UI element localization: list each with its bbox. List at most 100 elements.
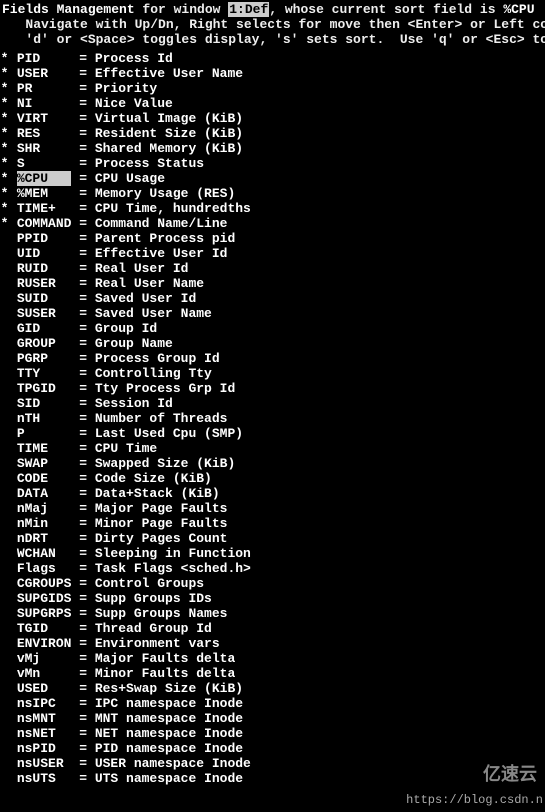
field-row[interactable]: UID = Effective User Id bbox=[0, 246, 545, 261]
nostar bbox=[0, 756, 9, 771]
field-desc: Sleeping in Function bbox=[95, 546, 251, 561]
field-row[interactable]: * S = Process Status bbox=[0, 156, 545, 171]
header-title: Fields Management bbox=[2, 2, 135, 17]
field-row[interactable]: * COMMAND = Command Name/Line bbox=[0, 216, 545, 231]
field-row[interactable]: * PID = Process Id bbox=[0, 51, 545, 66]
field-row[interactable]: TIME = CPU Time bbox=[0, 441, 545, 456]
field-row[interactable]: nsUTS = UTS namespace Inode bbox=[0, 771, 545, 786]
field-row[interactable]: CODE = Code Size (KiB) bbox=[0, 471, 545, 486]
field-desc: Command Name/Line bbox=[95, 216, 228, 231]
field-row[interactable]: ENVIRON = Environment vars bbox=[0, 636, 545, 651]
nostar bbox=[0, 651, 9, 666]
star-icon: * bbox=[0, 96, 9, 111]
field-row[interactable]: CGROUPS = Control Groups bbox=[0, 576, 545, 591]
field-row[interactable]: nDRT = Dirty Pages Count bbox=[0, 531, 545, 546]
field-row[interactable]: nTH = Number of Threads bbox=[0, 411, 545, 426]
field-row[interactable]: USED = Res+Swap Size (KiB) bbox=[0, 681, 545, 696]
field-row[interactable]: SUPGIDS = Supp Groups IDs bbox=[0, 591, 545, 606]
field-name: DATA bbox=[17, 486, 72, 501]
watermark-logo: 亿速云 bbox=[483, 769, 537, 784]
field-desc: Last Used Cpu (SMP) bbox=[95, 426, 243, 441]
field-row[interactable]: PGRP = Process Group Id bbox=[0, 351, 545, 366]
field-desc: Data+Stack (KiB) bbox=[95, 486, 220, 501]
field-row[interactable]: RUSER = Real User Name bbox=[0, 276, 545, 291]
field-row[interactable]: * NI = Nice Value bbox=[0, 96, 545, 111]
nostar bbox=[0, 711, 9, 726]
fields-header: Fields Management for window 1:Def, whos… bbox=[0, 0, 545, 47]
nostar bbox=[0, 546, 9, 561]
field-name: nDRT bbox=[17, 531, 72, 546]
field-name: nsNET bbox=[17, 726, 72, 741]
field-row[interactable]: nsPID = PID namespace Inode bbox=[0, 741, 545, 756]
field-name: CODE bbox=[17, 471, 72, 486]
equals: = bbox=[71, 171, 94, 186]
field-row[interactable]: nsMNT = MNT namespace Inode bbox=[0, 711, 545, 726]
nostar bbox=[0, 396, 9, 411]
nostar bbox=[0, 306, 9, 321]
field-desc: Supp Groups Names bbox=[95, 606, 228, 621]
field-desc: USER namespace Inode bbox=[95, 756, 251, 771]
field-row[interactable]: TTY = Controlling Tty bbox=[0, 366, 545, 381]
field-row[interactable]: nMaj = Major Page Faults bbox=[0, 501, 545, 516]
field-row[interactable]: TGID = Thread Group Id bbox=[0, 621, 545, 636]
header-window-prefix: for window bbox=[135, 2, 229, 17]
star-icon: * bbox=[0, 141, 9, 156]
equals: = bbox=[71, 591, 94, 606]
field-row[interactable]: GID = Group Id bbox=[0, 321, 545, 336]
field-desc: Supp Groups IDs bbox=[95, 591, 212, 606]
field-row[interactable]: nsIPC = IPC namespace Inode bbox=[0, 696, 545, 711]
nostar bbox=[0, 516, 9, 531]
star-icon: * bbox=[0, 171, 9, 186]
field-row[interactable]: nsNET = NET namespace Inode bbox=[0, 726, 545, 741]
field-row[interactable]: vMn = Minor Faults delta bbox=[0, 666, 545, 681]
field-row[interactable]: DATA = Data+Stack (KiB) bbox=[0, 486, 545, 501]
field-row[interactable]: nMin = Minor Page Faults bbox=[0, 516, 545, 531]
equals: = bbox=[71, 741, 94, 756]
field-row[interactable]: PPID = Parent Process pid bbox=[0, 231, 545, 246]
field-row[interactable]: RUID = Real User Id bbox=[0, 261, 545, 276]
equals: = bbox=[71, 666, 94, 681]
field-name: SUPGIDS bbox=[17, 591, 72, 606]
nostar bbox=[0, 681, 9, 696]
field-row[interactable]: SUID = Saved User Id bbox=[0, 291, 545, 306]
field-desc: Process Id bbox=[95, 51, 173, 66]
field-desc: Process Status bbox=[95, 156, 204, 171]
equals: = bbox=[71, 681, 94, 696]
field-row[interactable]: WCHAN = Sleeping in Function bbox=[0, 546, 545, 561]
equals: = bbox=[71, 366, 94, 381]
field-desc: Real User Id bbox=[95, 261, 189, 276]
field-name: GID bbox=[17, 321, 72, 336]
field-name: vMn bbox=[17, 666, 72, 681]
field-row[interactable]: GROUP = Group Name bbox=[0, 336, 545, 351]
field-row[interactable]: * VIRT = Virtual Image (KiB) bbox=[0, 111, 545, 126]
field-row[interactable]: * TIME+ = CPU Time, hundredths bbox=[0, 201, 545, 216]
field-name: RUSER bbox=[17, 276, 72, 291]
star-icon: * bbox=[0, 111, 9, 126]
field-desc: Dirty Pages Count bbox=[95, 531, 228, 546]
field-row[interactable]: vMj = Major Faults delta bbox=[0, 651, 545, 666]
field-name: nTH bbox=[17, 411, 72, 426]
field-desc: Effective User Name bbox=[95, 66, 243, 81]
field-name: Flags bbox=[17, 561, 72, 576]
field-row[interactable]: * PR = Priority bbox=[0, 81, 545, 96]
field-desc: Control Groups bbox=[95, 576, 204, 591]
field-row[interactable]: Flags = Task Flags <sched.h> bbox=[0, 561, 545, 576]
field-row[interactable]: SUSER = Saved User Name bbox=[0, 306, 545, 321]
field-row[interactable]: SUPGRPS = Supp Groups Names bbox=[0, 606, 545, 621]
field-row[interactable]: * SHR = Shared Memory (KiB) bbox=[0, 141, 545, 156]
field-name: TGID bbox=[17, 621, 72, 636]
field-row[interactable]: * USER = Effective User Name bbox=[0, 66, 545, 81]
field-row[interactable]: SID = Session Id bbox=[0, 396, 545, 411]
nostar bbox=[0, 231, 9, 246]
field-row[interactable]: SWAP = Swapped Size (KiB) bbox=[0, 456, 545, 471]
field-row[interactable]: * RES = Resident Size (KiB) bbox=[0, 126, 545, 141]
field-row[interactable]: nsUSER = USER namespace Inode bbox=[0, 756, 545, 771]
field-row[interactable]: P = Last Used Cpu (SMP) bbox=[0, 426, 545, 441]
nostar bbox=[0, 336, 9, 351]
field-row[interactable]: * %CPU = CPU Usage bbox=[0, 171, 545, 186]
field-row[interactable]: TPGID = Tty Process Grp Id bbox=[0, 381, 545, 396]
field-row[interactable]: * %MEM = Memory Usage (RES) bbox=[0, 186, 545, 201]
field-name: %MEM bbox=[17, 186, 72, 201]
fields-list[interactable]: * PID = Process Id* USER = Effective Use… bbox=[0, 47, 545, 786]
field-name: SWAP bbox=[17, 456, 72, 471]
